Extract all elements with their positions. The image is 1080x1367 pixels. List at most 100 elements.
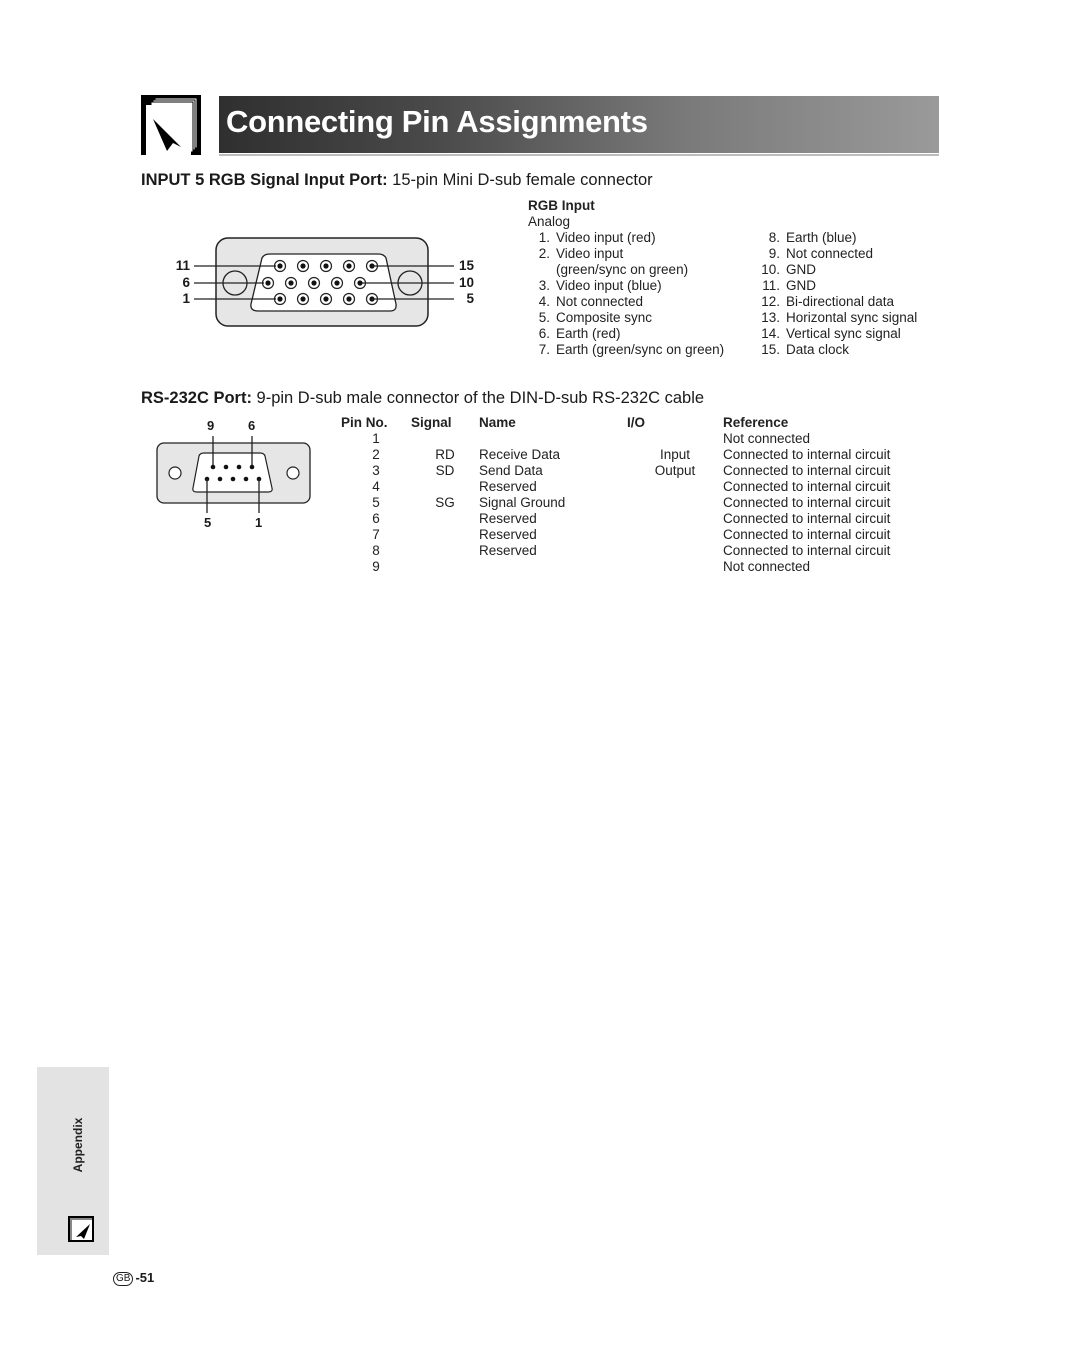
- list-item: 2. Video input: [522, 246, 724, 262]
- page-number-text: -51: [135, 1270, 155, 1285]
- db9-pin: [217, 476, 223, 482]
- cell-pin: 2: [372, 447, 380, 462]
- col-header-name: Name: [479, 415, 516, 430]
- section-icon: [141, 95, 201, 155]
- db9-pin: [236, 464, 242, 470]
- pin-number: 1.: [538, 230, 550, 245]
- table-row: 2 RD Receive Data Input Connected to interna…: [341, 447, 933, 463]
- page-title: Connecting Pin Assignments: [226, 104, 648, 139]
- col-header-reference: Reference: [723, 415, 789, 430]
- pin-description: Horizontal sync signal: [786, 310, 918, 325]
- pin-number: 13.: [761, 310, 780, 325]
- appendix-icon: [68, 1216, 94, 1242]
- pin-description: Not connected: [556, 294, 644, 309]
- rgb-pin-list-left: 1. Video input (red) 2. Video input (green/s…: [522, 230, 724, 358]
- vga-connector-diagram: 11 6 1 15 10 5: [170, 236, 480, 331]
- pin-description: Video input: [556, 246, 624, 261]
- list-item: 14. Vertical sync signal: [752, 326, 917, 342]
- db9-label-5: 5: [204, 515, 212, 530]
- pin-number: 11.: [762, 278, 780, 293]
- pin-description: (green/sync on green): [556, 262, 689, 277]
- cell-signal: [411, 431, 479, 447]
- vga-pin-dot: [357, 280, 363, 286]
- db9-connector-diagram: 9 6 5 1: [155, 416, 315, 534]
- cell-pin: 7: [372, 527, 380, 542]
- vga-pin-dot: [346, 263, 352, 269]
- cell-signal: [411, 511, 479, 527]
- table-row: 1 Not connected: [341, 431, 933, 447]
- cell-io: Input: [659, 447, 691, 462]
- rgb-list-title: RGB Input: [528, 198, 595, 213]
- appendix-tab-label: Appendix: [71, 1117, 85, 1173]
- cell-reference: Connected to internal circuit: [723, 527, 891, 542]
- db9-label-6: 6: [248, 418, 256, 433]
- vga-pin-dot: [334, 280, 340, 286]
- pin-description: Composite sync: [556, 310, 653, 325]
- vga-pin-dot: [300, 263, 306, 269]
- pin-description: Bi-directional data: [786, 294, 895, 309]
- table-row: 7 Reserved Connected to internal circuit: [341, 527, 933, 543]
- vga-pin-dot: [323, 263, 329, 269]
- vga-label-10: 10: [458, 275, 474, 290]
- pin-number: 8.: [768, 230, 780, 245]
- rs232-section-heading: RS-232C Port: 9-pin D-sub male connector…: [141, 389, 704, 408]
- table-header-row: Pin No. Signal Name I/O Reference: [341, 415, 933, 431]
- page-number: GB -51: [113, 1270, 154, 1286]
- cell-io: [627, 431, 723, 447]
- pin-description: Video input (red): [556, 230, 656, 245]
- table-row: 6 Reserved Connected to internal circuit: [341, 511, 933, 527]
- cell-io: [627, 511, 723, 527]
- db9-pin: [249, 464, 255, 470]
- cell-reference: Not connected: [723, 559, 811, 574]
- list-item: 3. Video input (blue): [522, 278, 724, 294]
- cell-reference: Connected to internal circuit: [723, 511, 891, 526]
- db9-pin: [243, 476, 249, 482]
- rgb-heading-bold: INPUT 5 RGB Signal Input Port:: [141, 171, 388, 189]
- vga-pin-dot: [265, 280, 271, 286]
- list-item: 8. Earth (blue): [752, 230, 917, 246]
- cell-signal: [411, 479, 479, 495]
- cell-io: [627, 479, 723, 495]
- db9-pin: [230, 476, 236, 482]
- rgb-list-subtitle: Analog: [528, 214, 571, 229]
- cell-reference: Connected to internal circuit: [723, 447, 891, 462]
- db9-mount-hole-left: [168, 466, 182, 480]
- db9-pin: [210, 464, 216, 470]
- pin-number: 5.: [538, 310, 550, 325]
- pin-number: 7.: [538, 342, 550, 357]
- cell-reference: Connected to internal circuit: [723, 543, 891, 558]
- list-item: 5. Composite sync: [522, 310, 724, 326]
- list-item: (green/sync on green): [522, 262, 724, 278]
- cell-name: [479, 431, 627, 447]
- list-item: 9. Not connected: [752, 246, 917, 262]
- col-header-signal: Signal: [411, 415, 452, 430]
- vga-pin-dot: [288, 280, 294, 286]
- vga-pin-dot: [311, 280, 317, 286]
- cell-name: [479, 559, 627, 575]
- cell-pin: 8: [372, 543, 380, 558]
- vga-pin-dot: [323, 296, 329, 302]
- pin-number: 3.: [538, 278, 550, 293]
- pin-number: 4.: [538, 294, 550, 309]
- cell-signal: [411, 527, 479, 543]
- pin-number: 12.: [761, 294, 780, 309]
- pin-description: GND: [786, 262, 816, 277]
- cell-signal: RD: [435, 447, 455, 462]
- vga-pin-dot: [277, 296, 283, 302]
- pin-description: GND: [786, 278, 816, 293]
- vga-pin-dot: [346, 296, 352, 302]
- db9-label-1: 1: [255, 515, 263, 530]
- rs232-heading-description: 9-pin D-sub male connector of the DIN-D-…: [251, 389, 705, 407]
- pin-number: 14.: [761, 326, 780, 341]
- cell-io: [627, 559, 723, 575]
- db9-pin: [223, 464, 229, 470]
- pin-description: Earth (red): [556, 326, 621, 341]
- list-item: 10. GND: [752, 262, 917, 278]
- cell-io: [627, 543, 723, 559]
- col-header-pin: Pin No.: [341, 415, 388, 430]
- db9-label-9: 9: [207, 418, 215, 433]
- cell-name: Reserved: [479, 479, 537, 494]
- pin-description: Earth (green/sync on green): [556, 342, 725, 357]
- vga-label-5: 5: [466, 291, 474, 306]
- pin-number: 6.: [538, 326, 550, 341]
